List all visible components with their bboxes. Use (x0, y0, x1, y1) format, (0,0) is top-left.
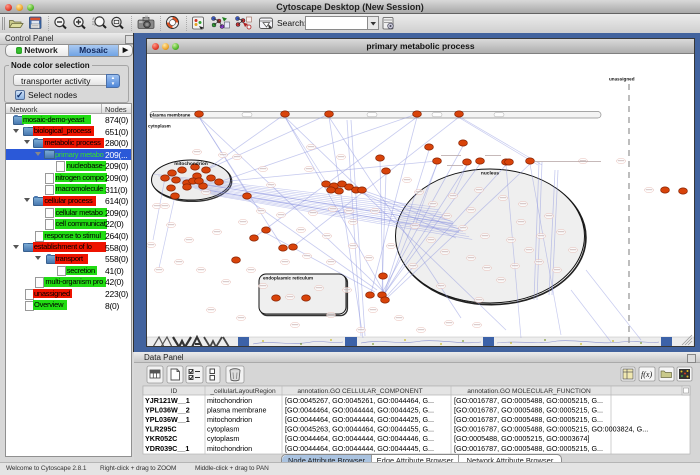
svg-text:annotation.GO CELLULAR_COMPONE: annotation.GO CELLULAR_COMPONENT (297, 388, 422, 395)
svg-text:[GO:0016787, GO:0005488, GO:00: [GO:0016787, GO:0005488, GO:0005215, G..… (454, 444, 603, 453)
svg-text:[GO:0016787, GO:0005488, GO:00: [GO:0016787, GO:0005488, GO:0005215, GO:… (454, 425, 648, 434)
svg-text:[GO:0016787, GO:0005488, GO:00: [GO:0016787, GO:0005488, GO:0005215, G..… (454, 415, 603, 424)
svg-text:nucleus: nucleus (481, 171, 499, 177)
svg-text:cytoplasm: cytoplasm (148, 124, 171, 129)
svg-text:endoplasmic reticulum: endoplasmic reticulum (263, 276, 313, 281)
svg-text:ID: ID (171, 388, 178, 395)
svg-text:[GO:0044464, GO:0044444, GO:00: [GO:0044464, GO:0044444, GO:0044446, G..… (285, 434, 434, 443)
svg-text:annotation.GO MOLECULAR_FUNCTI: annotation.GO MOLECULAR_FUNCTION (467, 388, 591, 395)
svg-text:cytoplasm: cytoplasm (207, 434, 239, 443)
svg-text:[GO:0044464, GO:0044444, GO:00: [GO:0044464, GO:0044444, GO:0044425, G..… (285, 405, 434, 414)
svg-text:unassigned: unassigned (609, 77, 635, 82)
svg-text:YPL036W__2: YPL036W__2 (145, 405, 190, 414)
svg-text:YLR295C: YLR295C (145, 425, 177, 434)
svg-text:Search:: Search: (277, 18, 306, 28)
svg-text:mitochondrion: mitochondrion (174, 161, 208, 167)
svg-text:f(x): f(x) (641, 370, 652, 379)
svg-text:[GO:0045263, GO:0044464, GO:00: [GO:0045263, GO:0044464, GO:0044455, G..… (285, 425, 434, 434)
svg-text:_cellularLayoutRegion: _cellularLayoutRegion (209, 388, 276, 395)
svg-text:mitochondrion: mitochondrion (207, 444, 252, 453)
svg-text:[GO:0044464, GO:0044444, GO:00: [GO:0044464, GO:0044444, GO:0044425, G..… (285, 415, 434, 424)
svg-text:YPL036W__1: YPL036W__1 (145, 415, 190, 424)
svg-text:[GO:0044464, GO:0044444, GO:00: [GO:0044464, GO:0044444, GO:0044445, G..… (285, 444, 434, 453)
svg-text:YDR039C__1: YDR039C__1 (145, 444, 189, 453)
svg-text:YKR052C: YKR052C (145, 434, 177, 443)
svg-text:YJR121W__1: YJR121W__1 (145, 396, 190, 405)
svg-text:mitochondrion: mitochondrion (207, 396, 252, 405)
svg-text:[GO:0016787, GO:0005488, GO:00: [GO:0016787, GO:0005488, GO:0005215, G..… (454, 396, 603, 405)
svg-text:mitochondrion: mitochondrion (207, 415, 252, 424)
svg-text:[GO:0045267, GO:0045261, GO:00: [GO:0045267, GO:0045261, GO:0044464, G..… (285, 396, 434, 405)
svg-text:cytoplasm: cytoplasm (207, 425, 239, 434)
svg-text:[GO:0016787, GO:0005488, GO:00: [GO:0016787, GO:0005488, GO:0005215, G..… (454, 405, 603, 414)
svg-text:plasma membrane: plasma membrane (207, 405, 267, 414)
svg-text:plasma membrane: plasma membrane (150, 112, 191, 117)
svg-text:[GO:0005488, GO:0005215, GO:00: [GO:0005488, GO:0005215, GO:0003674] (454, 434, 589, 443)
